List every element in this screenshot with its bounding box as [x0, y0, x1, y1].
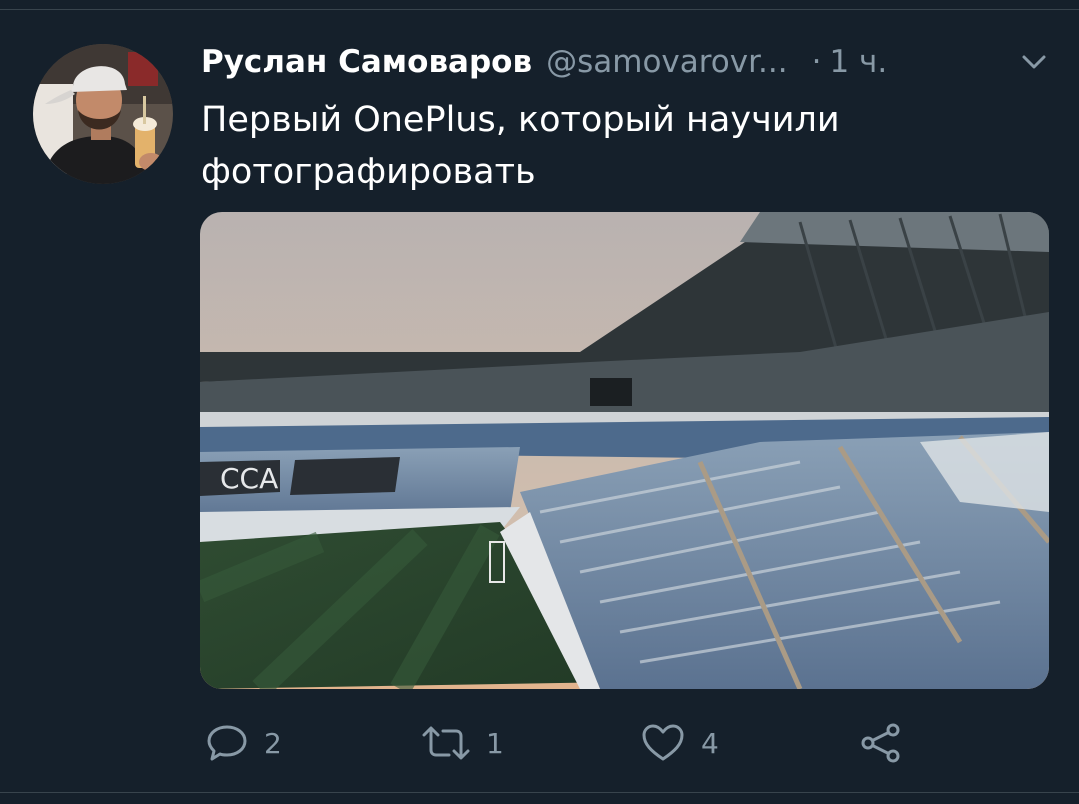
separator-dot: · — [811, 44, 822, 80]
share-icon — [860, 722, 902, 764]
like-count: 4 — [701, 726, 719, 760]
author-handle[interactable]: @samovarovr... — [546, 44, 788, 80]
retweet-count: 1 — [486, 726, 504, 760]
top-divider — [0, 9, 1079, 10]
avatar[interactable] — [33, 44, 173, 184]
stand-lettering: CCA — [220, 462, 278, 495]
reply-count: 2 — [264, 726, 282, 760]
tweet-actions: 2 1 4 — [0, 718, 1079, 768]
author-name[interactable]: Руслан Самоваров — [201, 44, 532, 80]
tweet-header: Руслан Самоваров @samovarovr... · 1 ч. — [201, 38, 1051, 86]
tweet-text-line: фотографировать — [201, 152, 536, 192]
tweet-media-photo[interactable]: CCA — [200, 212, 1049, 689]
tweet-text: Первый OnePlus, который научили фотограф… — [201, 94, 1001, 198]
share-button[interactable] — [860, 718, 902, 768]
reply-button[interactable]: 2 — [206, 718, 282, 768]
reply-icon — [206, 724, 248, 762]
bottom-divider — [0, 792, 1079, 793]
retweet-button[interactable]: 1 — [422, 718, 504, 768]
tweet-text-line: Первый OnePlus, который научили — [201, 100, 840, 140]
retweet-icon — [422, 725, 470, 761]
like-icon — [641, 723, 685, 763]
tweet-timestamp[interactable]: 1 ч. — [829, 44, 887, 80]
like-button[interactable]: 4 — [641, 718, 719, 768]
chevron-down-icon[interactable] — [1021, 52, 1047, 72]
